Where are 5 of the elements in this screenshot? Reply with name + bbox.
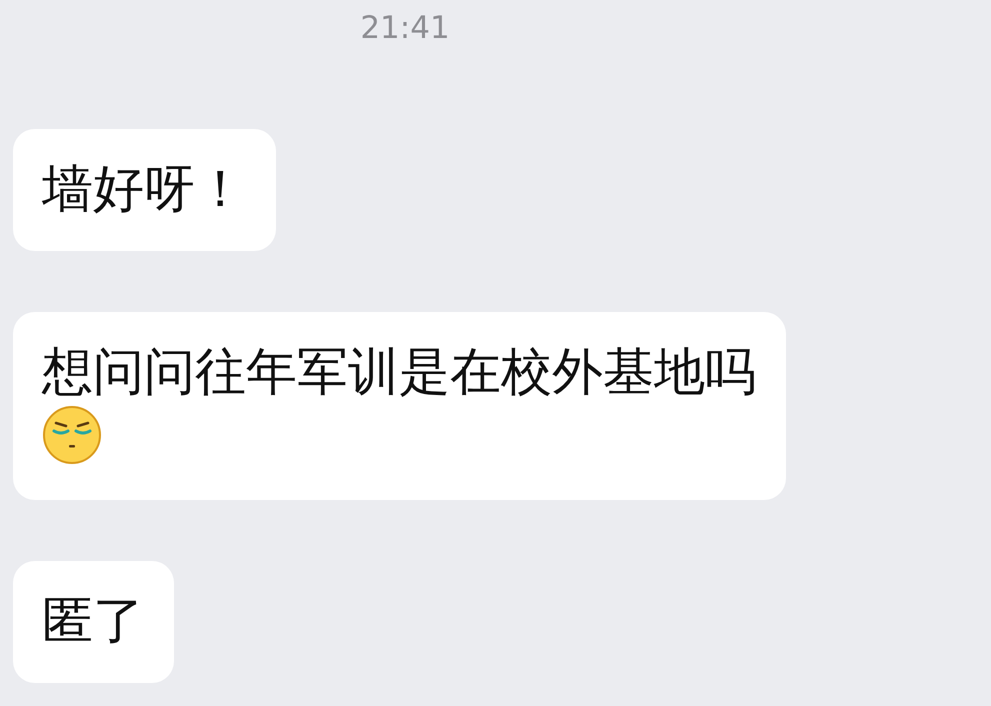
- emoji-icon: [42, 405, 102, 465]
- message-text: 墙好呀！: [42, 164, 246, 216]
- message-text: 匿了: [42, 596, 144, 648]
- timestamp: 21:41: [360, 9, 450, 48]
- message-text: 想问问往年军训是在校外基地吗: [42, 347, 756, 399]
